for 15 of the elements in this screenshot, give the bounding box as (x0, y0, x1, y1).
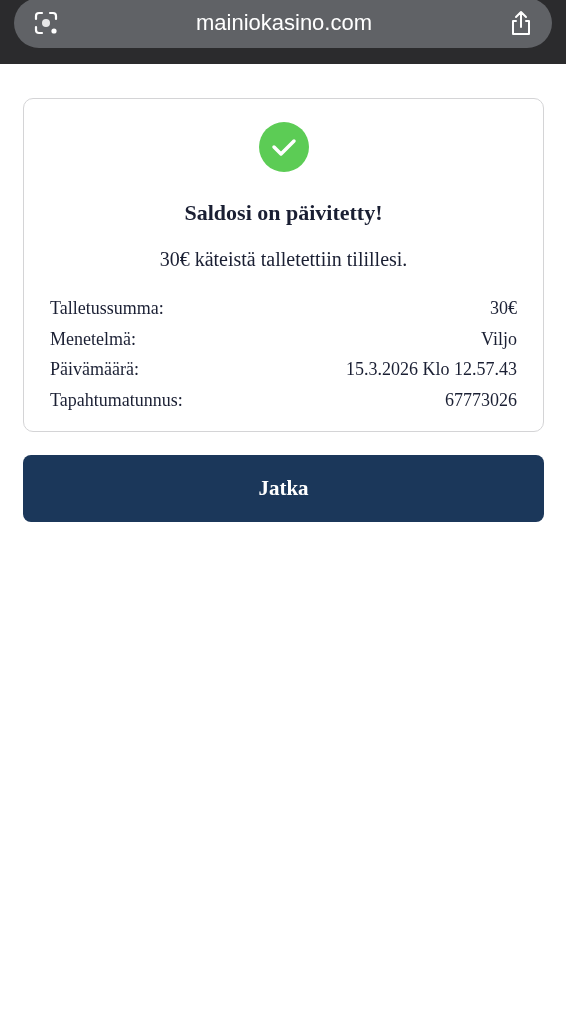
detail-value: 30€ (490, 297, 517, 320)
detail-label: Päivämäärä: (50, 358, 139, 381)
detail-label: Talletussumma: (50, 297, 164, 320)
detail-label: Menetelmä: (50, 327, 136, 351)
detail-value: 67773026 (445, 388, 517, 412)
detail-value: Viljo (481, 327, 517, 351)
visual-lookup-icon[interactable] (32, 9, 60, 37)
confirmation-message: 30€ käteistä talletettiin tilillesi. (159, 248, 408, 271)
confirmation-title: Saldosi on päivitetty! (184, 200, 383, 226)
detail-label: Tapahtumatunnus: (50, 388, 183, 412)
url-text[interactable]: mainiokasino.com (195, 10, 373, 36)
address-bar[interactable]: mainiokasino.com (14, 0, 552, 48)
success-check-icon (258, 122, 309, 172)
continue-button[interactable]: Jatka (23, 455, 544, 522)
detail-value: 15.3.2026 Klo 12.57.43 (346, 358, 517, 381)
